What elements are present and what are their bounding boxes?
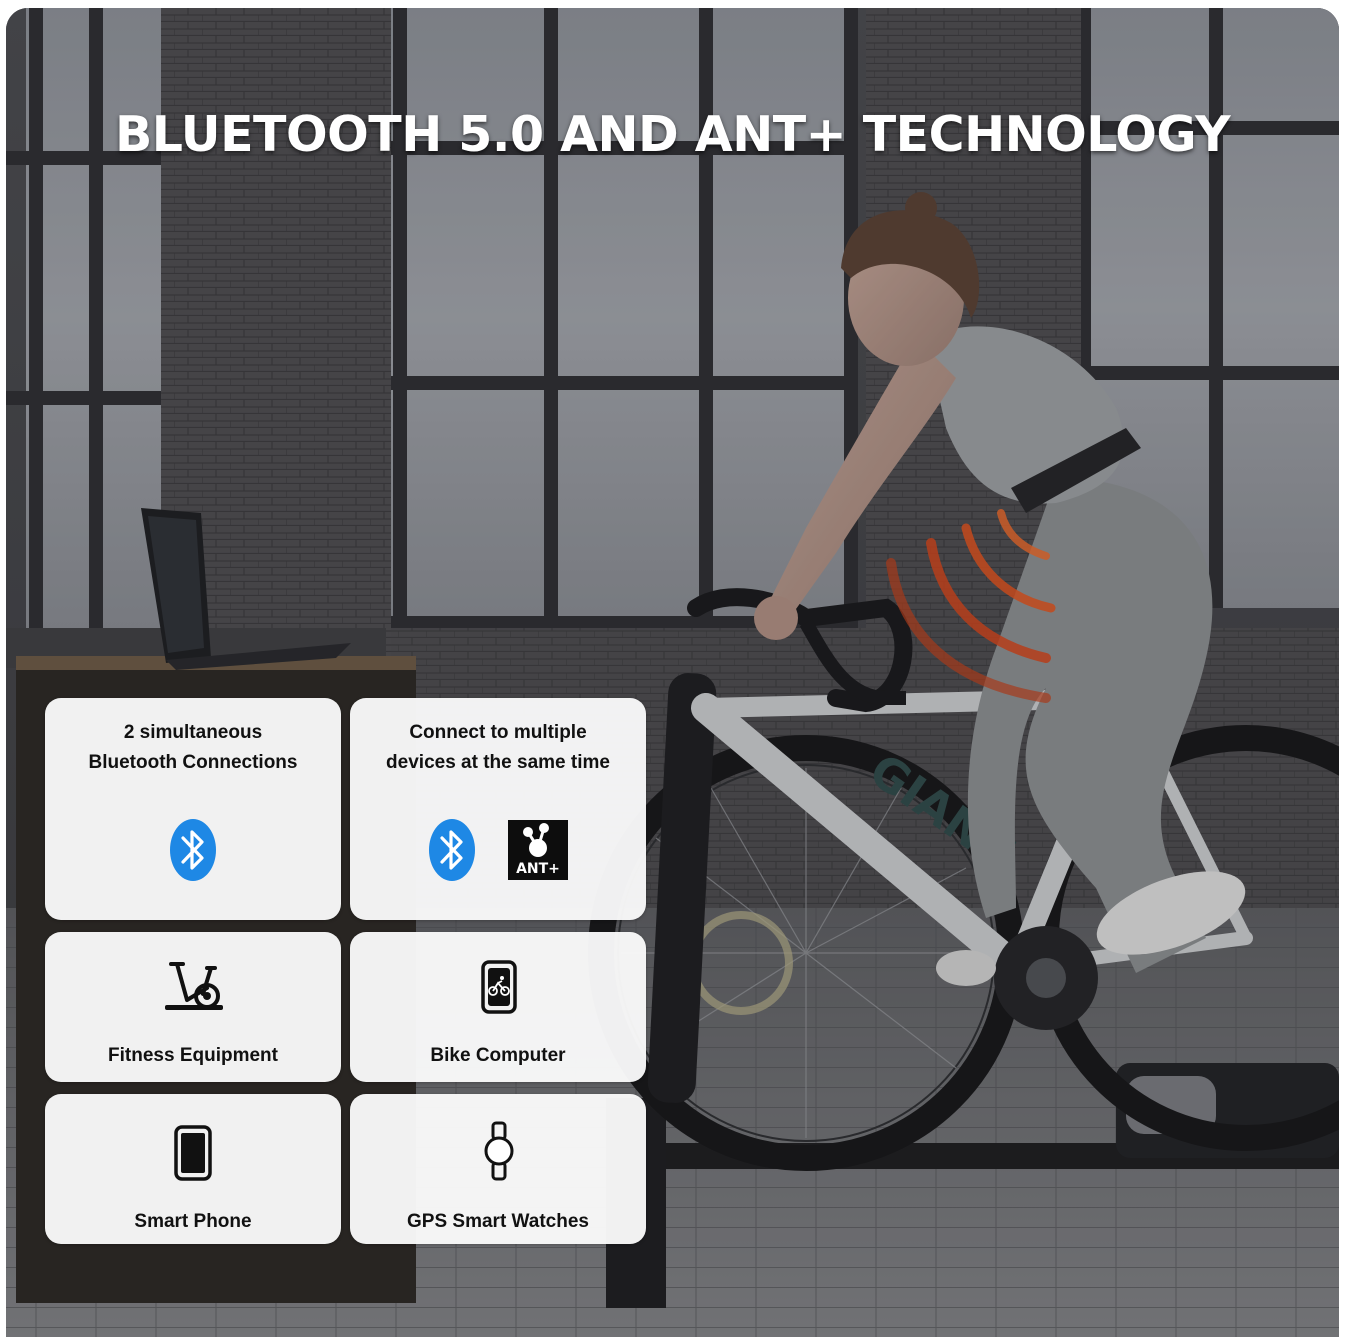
feature-card-fitness-equipment: Fitness Equipment bbox=[45, 932, 341, 1082]
feature-card-multi-device: Connect to multiple devices at the same … bbox=[350, 698, 646, 920]
smartwatch-icon bbox=[483, 1121, 515, 1186]
feature-card-text: 2 simultaneous Bluetooth Connections bbox=[45, 718, 341, 778]
feature-card-smart-phone: Smart Phone bbox=[45, 1094, 341, 1244]
feature-line-2: Bluetooth Connections bbox=[88, 752, 298, 773]
ant-plus-icon: ANT+ bbox=[508, 820, 568, 880]
bike-computer-icon bbox=[481, 960, 517, 1019]
ant-plus-label: ANT+ bbox=[516, 861, 560, 877]
bluetooth-icon bbox=[428, 818, 476, 887]
feature-card-label: GPS Smart Watches bbox=[407, 1211, 589, 1232]
feature-card-bike-computer: Bike Computer bbox=[350, 932, 646, 1082]
feature-card-label: Bike Computer bbox=[430, 1045, 566, 1066]
exercise-bike-icon bbox=[163, 954, 225, 1017]
feature-card-label: Fitness Equipment bbox=[108, 1045, 278, 1066]
bluetooth-icon bbox=[169, 818, 217, 887]
smartphone-icon bbox=[174, 1125, 212, 1186]
feature-line-1: Connect to multiple bbox=[409, 722, 587, 743]
page-title: BLUETOOTH 5.0 AND ANT+ TECHNOLOGY bbox=[114, 106, 1231, 163]
feature-card-text: Connect to multiple devices at the same … bbox=[350, 718, 646, 778]
feature-card-bluetooth-connections: 2 simultaneous Bluetooth Connections bbox=[45, 698, 341, 920]
feature-card-gps-watches: GPS Smart Watches bbox=[350, 1094, 646, 1244]
feature-card-label: Smart Phone bbox=[134, 1211, 252, 1232]
feature-line-2: devices at the same time bbox=[386, 752, 610, 773]
feature-line-1: 2 simultaneous bbox=[123, 722, 263, 743]
product-banner: GIANT BLUETOOTH 5.0 AND ANT+ TECHNOLOGY … bbox=[6, 8, 1339, 1337]
